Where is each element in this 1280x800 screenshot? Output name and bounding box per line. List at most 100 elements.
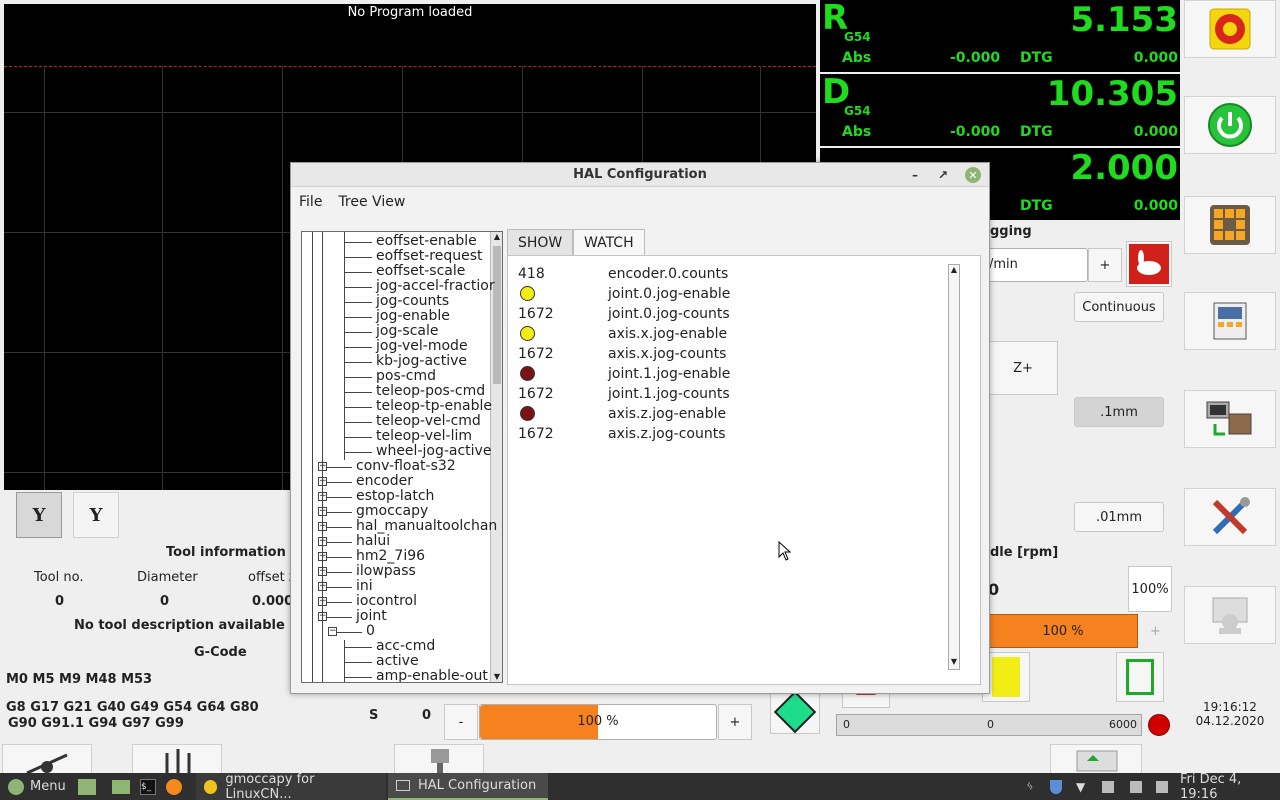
manual-mode-button[interactable] <box>1184 196 1276 254</box>
watch-scrollbar[interactable]: ▲ ▼ <box>948 264 960 670</box>
tree-item[interactable]: active <box>376 654 419 669</box>
minimize-icon[interactable]: – <box>907 167 923 183</box>
watch-row[interactable]: joint.0.jog-enable <box>518 284 938 304</box>
jog-speed-box[interactable]: /min <box>988 248 1088 282</box>
maximize-icon[interactable]: ↗ <box>935 167 951 183</box>
tree-item[interactable]: conv-float-s32 <box>356 459 456 474</box>
sound-icon[interactable] <box>1102 773 1114 800</box>
scroll-down-icon[interactable]: ▼ <box>949 657 959 669</box>
tree-item[interactable]: jog-vel-mode <box>376 339 468 354</box>
feed-override-minus[interactable]: - <box>444 704 478 740</box>
task-hal-configuration[interactable]: HAL Configuration <box>388 773 548 800</box>
tree-item[interactable]: hm2_7i96 <box>356 549 425 564</box>
tab-show[interactable]: SHOW <box>507 229 574 255</box>
hal-tree[interactable]: ▲ ▼ eoffset-enable eoffset-request eoffset… <box>301 231 503 683</box>
tree-item[interactable]: jog-accel-fractior <box>376 279 495 294</box>
watch-row[interactable]: 1672 axis.x.jog-counts <box>518 344 938 364</box>
coolant-button[interactable] <box>770 690 820 734</box>
menu-tree-view[interactable]: Tree View <box>338 194 405 210</box>
spindle-override-bar[interactable]: 100 % <box>988 614 1138 648</box>
tree-item[interactable]: halui <box>356 534 390 549</box>
z-plus-button[interactable]: Z+ <box>988 341 1058 395</box>
collapse-icon[interactable]: − <box>328 627 337 636</box>
tree-item[interactable]: teleop-vel-lim <box>376 429 472 444</box>
watch-row[interactable]: axis.z.jog-enable <box>518 404 938 424</box>
files-launcher[interactable] <box>112 773 130 800</box>
user-tabs-button[interactable] <box>1184 586 1276 644</box>
tree-item[interactable]: pos-cmd <box>376 369 436 384</box>
tree-item[interactable]: eoffset-request <box>376 249 483 264</box>
watch-row[interactable]: 1672 axis.z.jog-counts <box>518 424 938 444</box>
jog-speed-plus-button[interactable]: + <box>1088 248 1122 282</box>
spindle-forward-button[interactable] <box>1116 652 1164 702</box>
tree-item[interactable]: teleop-pos-cmd <box>376 384 485 399</box>
mdi-button[interactable] <box>1184 292 1276 350</box>
scroll-up-icon[interactable]: ▲ <box>492 232 502 244</box>
scroll-up-icon[interactable]: ▲ <box>949 265 959 277</box>
machine-power-button[interactable] <box>1184 96 1276 154</box>
hal-configuration-window[interactable]: HAL Configuration – ↗ ✕ File Tree View ▲… <box>290 162 990 694</box>
bottom-button-3[interactable] <box>394 744 484 774</box>
dro-r[interactable]: R G54 5.153 Abs -0.000 DTG 0.000 <box>820 0 1180 72</box>
watch-list[interactable]: ▲ ▼ 418 encoder.0.counts joint.0.jog-enabl… <box>507 255 981 685</box>
watch-row[interactable]: 1672 joint.0.jog-counts <box>518 304 938 324</box>
tree-item[interactable]: ini <box>356 579 373 594</box>
dro-d[interactable]: D G54 10.305 Abs -0.000 DTG 0.000 <box>820 74 1180 146</box>
emergency-stop-button[interactable] <box>1184 0 1276 58</box>
bottom-button-1[interactable] <box>2 744 92 775</box>
watch-row[interactable]: joint.1.jog-enable <box>518 364 938 384</box>
firefox-launcher[interactable] <box>166 773 182 800</box>
tree-item[interactable]: amp-enable-out <box>376 669 488 683</box>
increment-001-button[interactable]: .01mm <box>1074 502 1164 532</box>
bottom-button-4[interactable] <box>1050 744 1142 774</box>
tree-item[interactable]: encoder <box>356 474 413 489</box>
tree-item[interactable]: acc-cmd <box>376 639 435 654</box>
tree-item[interactable]: joint <box>356 609 387 624</box>
tree-item[interactable]: eoffset-enable <box>376 234 477 249</box>
tree-item[interactable]: 0 <box>366 624 375 639</box>
tree-item[interactable]: iocontrol <box>356 594 417 609</box>
tree-item[interactable]: gmoccapy <box>356 504 428 519</box>
show-desktop-launcher[interactable] <box>78 773 96 800</box>
tree-item[interactable]: hal_manualtoolchan <box>356 519 497 534</box>
menu-button[interactable]: Menu <box>8 773 66 800</box>
close-button[interactable]: ✕ <box>965 167 981 183</box>
rabbit-button[interactable] <box>1126 241 1172 287</box>
menu-file[interactable]: File <box>299 194 322 210</box>
tree-item[interactable]: kb-jog-active <box>376 354 467 369</box>
scroll-down-icon[interactable]: ▼ <box>492 672 502 682</box>
watch-row[interactable]: axis.x.jog-enable <box>518 324 938 344</box>
tree-item[interactable]: eoffset-scale <box>376 264 465 279</box>
task-gmoccapy[interactable]: gmoccapy for LinuxCN... <box>196 772 386 800</box>
auto-mode-button[interactable] <box>1184 390 1276 448</box>
continuous-button[interactable]: Continuous <box>1074 292 1164 322</box>
view-y-button[interactable]: Y <box>16 492 62 538</box>
notifications-icon[interactable] <box>1130 773 1142 800</box>
tree-item[interactable]: jog-enable <box>376 309 450 324</box>
spindle-percent-box[interactable]: 100% <box>1128 566 1172 612</box>
spindle-plus[interactable]: + <box>1150 624 1161 639</box>
network-icon[interactable]: ▼ <box>1076 773 1085 800</box>
tree-item[interactable]: jog-scale <box>376 324 438 339</box>
updates-icon[interactable] <box>1156 773 1168 800</box>
tree-scrollbar[interactable]: ▲ ▼ <box>490 232 502 682</box>
watch-row[interactable]: 1672 joint.1.jog-counts <box>518 384 938 404</box>
increment-01-button[interactable]: .1mm <box>1074 397 1164 427</box>
feed-override-plus[interactable]: + <box>718 704 752 740</box>
taskbar-clock[interactable]: Fri Dec 4, 19:16 <box>1180 772 1280 800</box>
bottom-button-2[interactable] <box>132 744 222 774</box>
view-y2-button[interactable]: Y <box>73 492 119 538</box>
terminal-launcher[interactable]: $_ <box>140 773 156 800</box>
settings-button[interactable] <box>1184 488 1276 546</box>
tree-item[interactable]: teleop-tp-enable <box>376 399 492 414</box>
tree-item[interactable]: ilowpass <box>356 564 416 579</box>
feed-override-track[interactable]: 100 % <box>479 704 717 740</box>
watch-row[interactable]: 418 encoder.0.counts <box>518 264 938 284</box>
tree-item[interactable]: wheel-jog-active <box>376 444 491 459</box>
tree-item[interactable]: teleop-vel-cmd <box>376 414 481 429</box>
tab-watch[interactable]: WATCH <box>573 229 645 256</box>
bluetooth-icon[interactable]: ᛃ <box>1026 773 1034 800</box>
window-titlebar[interactable]: HAL Configuration – ↗ ✕ <box>291 163 989 187</box>
shield-icon[interactable] <box>1050 773 1062 800</box>
tree-item[interactable]: estop-latch <box>356 489 434 504</box>
